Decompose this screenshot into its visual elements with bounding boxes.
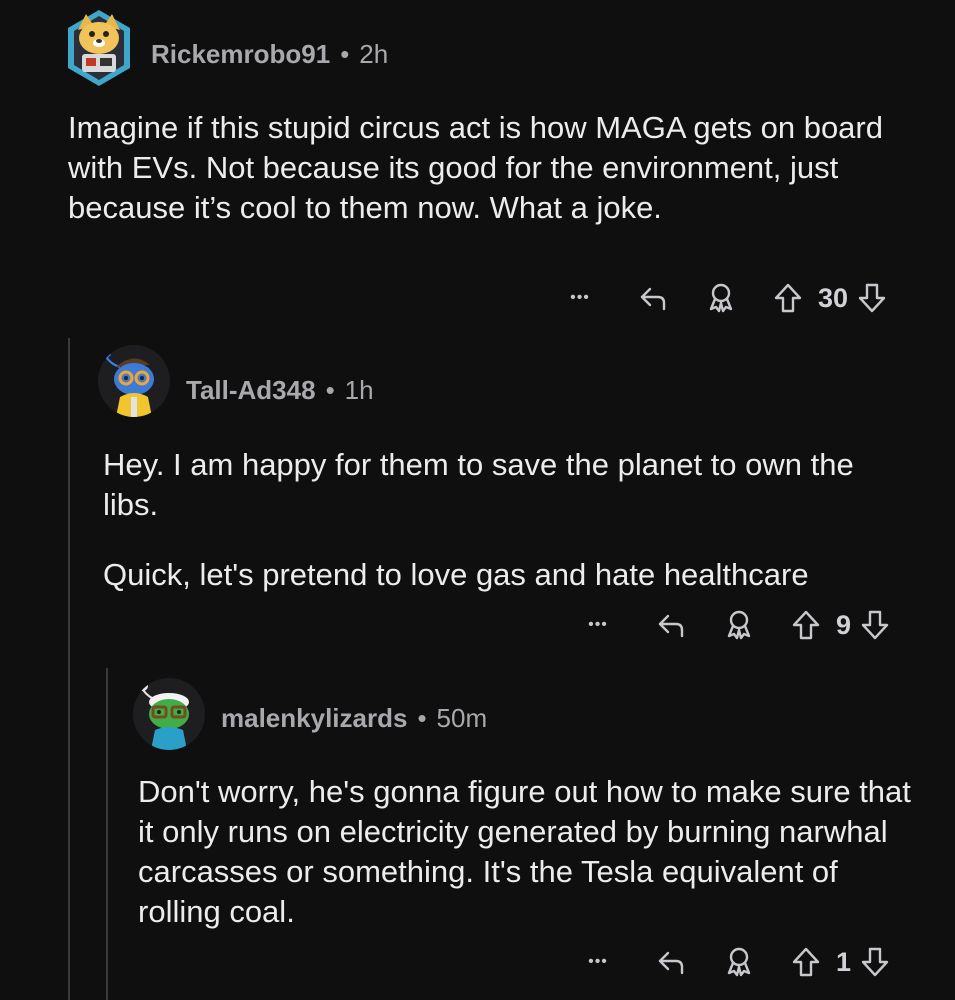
comment-header: malenkylizards • 50m <box>221 700 487 736</box>
comment-actions: ••• 30 <box>564 278 890 318</box>
comment-body: Don't worry, he's gonna figure out how t… <box>138 772 918 932</box>
more-options-button[interactable]: ••• <box>582 616 614 634</box>
downvote-icon <box>861 947 889 977</box>
upvote-button[interactable] <box>788 609 824 641</box>
dog-avatar-icon[interactable] <box>64 8 134 90</box>
more-icon: ••• <box>588 616 608 633</box>
comment-time: 2h <box>359 38 389 69</box>
comment-paragraph: Quick, let's pretend to love gas and hat… <box>103 557 809 592</box>
downvote-button[interactable] <box>857 946 893 978</box>
comment-actions: ••• 1 <box>582 942 893 982</box>
reply-button[interactable] <box>634 283 672 313</box>
thread-line-level-2[interactable] <box>106 668 108 1000</box>
award-icon <box>709 283 733 313</box>
comment-body: Imagine if this stupid circus act is how… <box>68 108 928 228</box>
upvote-button[interactable] <box>788 946 824 978</box>
reply-icon <box>658 951 684 975</box>
comment-actions: ••• 9 <box>582 605 893 645</box>
downvote-button[interactable] <box>854 282 890 314</box>
more-icon: ••• <box>588 953 608 970</box>
thread-line-level-1[interactable] <box>68 338 70 1000</box>
comment-paragraph: Imagine if this stupid circus act is how… <box>68 110 883 225</box>
snoo-glasses-avatar-icon[interactable] <box>98 345 170 417</box>
more-options-button[interactable]: ••• <box>582 953 614 971</box>
username[interactable]: Rickemrobo91 <box>151 39 330 70</box>
reply-icon <box>658 614 684 638</box>
comment-header: Tall-Ad348 • 1h <box>186 372 374 408</box>
award-button[interactable] <box>720 609 758 641</box>
downvote-icon <box>858 283 886 313</box>
comment-body: Hey. I am happy for them to save the pla… <box>103 445 903 595</box>
upvote-icon <box>792 947 820 977</box>
upvote-button[interactable] <box>770 282 806 314</box>
more-options-button[interactable]: ••• <box>564 289 596 307</box>
award-icon <box>727 947 751 977</box>
meta-separator: • <box>417 702 427 733</box>
downvote-button[interactable] <box>857 609 893 641</box>
comment-paragraph: Hey. I am happy for them to save the pla… <box>103 447 854 522</box>
vote-score: 30 <box>818 282 849 313</box>
vote-score: 1 <box>836 946 852 977</box>
award-icon <box>727 610 751 640</box>
snoo-green-avatar-icon[interactable] <box>133 678 205 750</box>
username[interactable]: malenkylizards <box>221 703 407 734</box>
award-button[interactable] <box>720 946 758 978</box>
reply-icon <box>640 287 666 311</box>
reply-button[interactable] <box>652 610 690 640</box>
meta-separator: • <box>340 38 350 69</box>
comment-paragraph: Don't worry, he's gonna figure out how t… <box>138 774 911 929</box>
award-button[interactable] <box>702 282 740 314</box>
comment-time: 50m <box>436 702 488 733</box>
comment-time: 1h <box>344 374 374 405</box>
username[interactable]: Tall-Ad348 <box>186 375 316 406</box>
vote-score: 9 <box>836 609 852 640</box>
downvote-icon <box>861 610 889 640</box>
meta-separator: • <box>325 374 335 405</box>
reply-button[interactable] <box>652 947 690 977</box>
upvote-icon <box>774 283 802 313</box>
upvote-icon <box>792 610 820 640</box>
comment-header: Rickemrobo91 • 2h <box>151 36 388 72</box>
more-icon: ••• <box>570 289 590 306</box>
